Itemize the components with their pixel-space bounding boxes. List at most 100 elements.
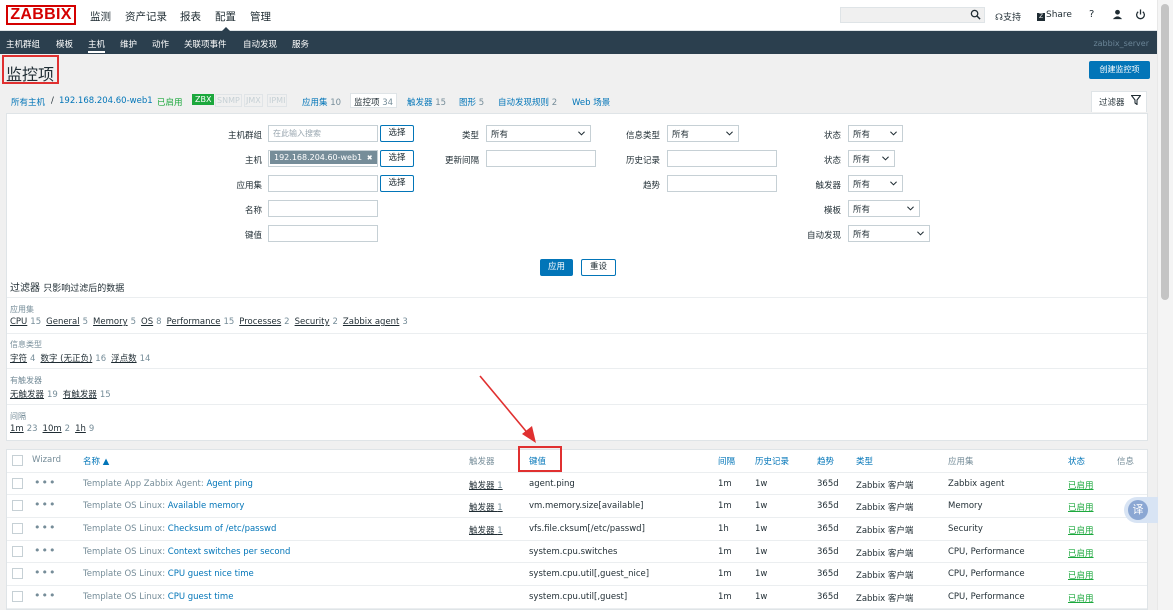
search-icon[interactable] [970, 9, 981, 20]
breadcrumb-all-hosts[interactable]: 所有主机 [11, 96, 45, 108]
chip-remove-icon[interactable]: ✖ [367, 154, 373, 162]
nav-applications[interactable]: 应用集 10 [302, 96, 341, 108]
menu-reports[interactable]: 报表 [180, 9, 201, 24]
menu-monitoring[interactable]: 监测 [90, 9, 111, 24]
update-interval-input[interactable] [486, 150, 596, 167]
nav-graphs[interactable]: 图形 5 [459, 96, 484, 108]
nav-triggers[interactable]: 触发器 15 [407, 96, 446, 108]
share-link[interactable]: Z Share [1037, 10, 1072, 21]
support-link[interactable]: ☊支持 [995, 10, 1021, 23]
subfilter-option[interactable]: Security 2 [295, 317, 338, 327]
row-item-link[interactable]: CPU guest nice time [168, 569, 254, 579]
subfilter-option[interactable]: Zabbix agent 3 [343, 317, 408, 327]
scrollbar-thumb[interactable] [1161, 4, 1169, 300]
row-item-link[interactable]: Checksum of /etc/passwd [168, 524, 277, 534]
row-checkbox[interactable] [12, 568, 23, 580]
row-checkbox[interactable] [12, 500, 23, 512]
menu-configuration[interactable]: 配置 [215, 9, 236, 31]
nav-web-scenarios[interactable]: Web 场景 [572, 96, 610, 108]
subfilter-option[interactable]: 1h 9 [75, 424, 94, 434]
header-history-sort[interactable]: 历史记录 [755, 455, 789, 467]
nav-items-active[interactable]: 监控项 34 [350, 93, 398, 108]
history-input[interactable] [667, 150, 777, 167]
row-item-link[interactable]: Context switches per second [168, 547, 291, 557]
subfilter-option[interactable]: 有触发器 15 [63, 390, 111, 400]
row-actions-icon[interactable]: ••• [34, 476, 56, 489]
host-group-input[interactable]: 在此输入搜索 [268, 125, 378, 142]
submenu-discovery[interactable]: 自动发现 [243, 38, 277, 50]
create-item-button[interactable]: 创建监控项 [1089, 61, 1150, 79]
row-template-link[interactable]: Template OS Linux [83, 524, 162, 534]
type-select[interactable]: 所有 [486, 125, 591, 142]
subfilter-option[interactable]: Memory 5 [93, 317, 136, 327]
subfilter-option[interactable]: 无触发器 19 [10, 390, 58, 400]
template-select[interactable]: 所有 [848, 200, 920, 217]
row-status-toggle[interactable]: 已启用 [1068, 547, 1094, 559]
row-triggers-link[interactable]: 触发器 1 [469, 479, 503, 491]
header-type-sort[interactable]: 类型 [856, 455, 873, 467]
help-icon[interactable]: ? [1089, 9, 1094, 20]
subfilter-option[interactable]: 10m 2 [43, 424, 71, 434]
submenu-hosts[interactable]: 主机 [88, 38, 106, 53]
nav-discovery-rules[interactable]: 自动发现规则 2 [498, 96, 557, 108]
host-status-enabled[interactable]: 已启用 [157, 96, 183, 108]
host-select-button[interactable]: 选择 [380, 150, 414, 167]
menu-administration[interactable]: 管理 [250, 9, 271, 24]
host-group-select-button[interactable]: 选择 [380, 125, 414, 142]
submenu-correlation[interactable]: 关联项事件 [184, 38, 227, 50]
submenu-host-groups[interactable]: 主机群组 [6, 38, 40, 50]
submenu-templates[interactable]: 模板 [56, 38, 73, 50]
row-item-link[interactable]: CPU guest time [168, 592, 234, 602]
translate-icon[interactable]: 译 [1128, 500, 1148, 520]
funnel-icon[interactable] [1131, 95, 1141, 105]
row-checkbox[interactable] [12, 591, 23, 603]
row-template-link[interactable]: Template OS Linux [83, 547, 162, 557]
subfilter-option[interactable]: 1m 23 [10, 424, 38, 434]
row-status-toggle[interactable]: 已启用 [1068, 592, 1094, 604]
apply-button[interactable]: 应用 [540, 259, 573, 276]
user-profile-icon[interactable] [1112, 9, 1123, 20]
submenu-maintenance[interactable]: 维护 [120, 38, 137, 50]
row-actions-icon[interactable]: ••• [34, 521, 56, 534]
row-actions-icon[interactable]: ••• [34, 589, 56, 602]
row-actions-icon[interactable]: ••• [34, 566, 56, 579]
sign-out-icon[interactable] [1135, 9, 1146, 20]
row-checkbox[interactable] [12, 545, 23, 557]
application-select-button[interactable]: 选择 [380, 175, 414, 192]
menu-inventory[interactable]: 资产记录 [125, 9, 167, 24]
row-triggers-link[interactable]: 触发器 1 [469, 501, 503, 513]
row-template-link[interactable]: Template OS Linux [83, 501, 162, 511]
subfilter-option[interactable]: Processes 2 [239, 317, 289, 327]
key-input[interactable] [268, 225, 378, 242]
application-input[interactable] [268, 175, 378, 192]
row-status-toggle[interactable]: 已启用 [1068, 524, 1094, 536]
row-checkbox[interactable] [12, 477, 23, 489]
discovered-select[interactable]: 所有 [848, 225, 930, 242]
row-template-link[interactable]: Template App Zabbix Agent [83, 479, 201, 489]
subfilter-option[interactable]: CPU 15 [10, 317, 41, 327]
row-status-toggle[interactable]: 已启用 [1068, 479, 1094, 491]
submenu-actions[interactable]: 动作 [152, 38, 169, 50]
triggers-select[interactable]: 所有 [848, 175, 903, 192]
subfilter-option[interactable]: OS 8 [141, 317, 162, 327]
row-status-toggle[interactable]: 已启用 [1068, 569, 1094, 581]
header-name-sort[interactable]: 名称 ▲ [83, 455, 109, 467]
header-trends-sort[interactable]: 趋势 [817, 455, 834, 467]
subfilter-option[interactable]: 字符 4 [10, 354, 35, 364]
submenu-services[interactable]: 服务 [292, 38, 309, 50]
header-interval-sort[interactable]: 间隔 [718, 455, 735, 467]
row-actions-icon[interactable]: ••• [34, 498, 56, 511]
breadcrumb-host[interactable]: 192.168.204.60-web1 [59, 96, 153, 106]
trends-input[interactable] [667, 175, 777, 192]
row-template-link[interactable]: Template OS Linux [83, 592, 162, 602]
status-select[interactable]: 所有 [848, 150, 895, 167]
info-type-select[interactable]: 所有 [667, 125, 739, 142]
header-status-sort[interactable]: 状态 [1068, 455, 1085, 467]
zabbix-logo[interactable]: ZABBIX [6, 5, 76, 25]
select-all-checkbox[interactable] [12, 455, 23, 466]
global-search-input[interactable] [840, 7, 985, 23]
reset-button[interactable]: 重设 [581, 259, 616, 276]
name-input[interactable] [268, 200, 378, 217]
subfilter-option[interactable]: 浮点数 14 [111, 354, 150, 364]
row-item-link[interactable]: Available memory [168, 501, 245, 511]
